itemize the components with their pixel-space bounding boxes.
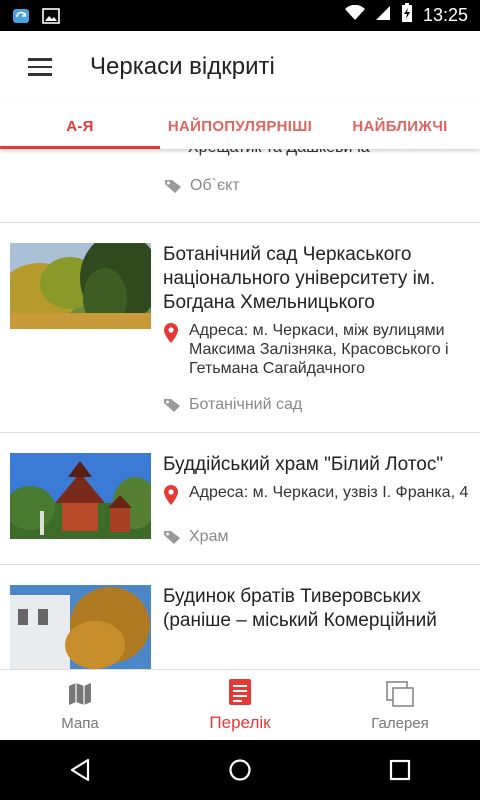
status-time: 13:25 <box>422 5 468 25</box>
tab-a-ya[interactable]: А-Я <box>0 103 160 149</box>
tag-row: Ботанічний сад <box>163 396 470 432</box>
sync-app-icon <box>12 8 30 24</box>
list-item[interactable]: Хрещатик та Дашкевича Об`єкт <box>0 149 480 223</box>
tab-bar: А-Я НАЙПОПУЛЯРНІШІ НАЙБЛИЖЧІ <box>0 103 480 149</box>
back-icon[interactable] <box>50 740 110 800</box>
list-item[interactable]: Ботанічний сад Черкаського національного… <box>0 223 480 433</box>
status-bar: 13:25 <box>0 0 480 31</box>
nav-map[interactable]: Мапа <box>0 670 160 740</box>
place-thumbnail <box>10 585 151 669</box>
address-text: Хрещатик та Дашкевича <box>188 149 370 157</box>
tag-row: Храм <box>163 528 470 564</box>
address-text: Адреса: м. Черкаси, між вулицями Максима… <box>189 322 449 377</box>
system-nav-bar <box>0 740 480 800</box>
wifi-icon <box>344 4 365 26</box>
location-pin-icon <box>163 483 183 510</box>
recents-icon[interactable] <box>370 740 430 800</box>
category-tag: Об`єкт <box>190 177 240 194</box>
home-icon[interactable] <box>210 740 270 800</box>
place-thumbnail <box>10 243 151 329</box>
signal-icon <box>375 5 391 26</box>
page-title: Черкаси відкриті <box>90 53 275 80</box>
nav-label: Галерея <box>371 714 429 732</box>
battery-charging-icon <box>401 3 413 28</box>
gallery-icon <box>385 679 415 709</box>
category-tag: Храм <box>189 528 229 545</box>
nav-label: Мапа <box>61 714 99 732</box>
nav-label: Перелік <box>209 713 271 732</box>
places-list[interactable]: Хрещатик та Дашкевича Об`єкт <box>0 149 480 669</box>
tag-icon <box>163 529 183 545</box>
status-right-icons: 13:25 <box>344 3 468 28</box>
tag-icon <box>163 397 183 413</box>
location-pin-icon <box>163 321 183 378</box>
place-title: Буддійський храм "Білий Лотос" <box>163 454 444 475</box>
place-thumbnail <box>10 453 151 539</box>
address-row: Адреса: м. Черкаси, узвіз І. Франка, 4 <box>163 483 470 510</box>
list-icon <box>225 677 255 707</box>
bottom-navigation: Мапа Перелік Галерея <box>0 669 480 740</box>
hamburger-menu-icon <box>28 58 52 76</box>
address-text: Адреса: м. Черкаси, узвіз І. Франка, 4 <box>189 484 469 501</box>
map-icon <box>65 679 95 709</box>
app-bar: Черкаси відкриті <box>0 31 480 103</box>
address-row: Адреса: м. Черкаси, між вулицями Максима… <box>163 321 470 378</box>
tag-icon <box>164 178 184 194</box>
nav-gallery[interactable]: Галерея <box>320 670 480 740</box>
nav-list[interactable]: Перелік <box>160 670 320 740</box>
place-title: Ботанічний сад Черкаського національного… <box>163 244 436 313</box>
category-tag: Ботанічний сад <box>189 396 303 413</box>
list-item[interactable]: Будинок братів Тиверовських (раніше – мі… <box>0 565 480 669</box>
tab-nearest[interactable]: НАЙБЛИЖЧІ <box>320 103 480 149</box>
list-item[interactable]: Буддійський храм "Білий Лотос" Адреса: м… <box>0 433 480 565</box>
image-icon <box>42 7 60 24</box>
tab-most-popular[interactable]: НАЙПОПУЛЯРНІШІ <box>160 103 320 149</box>
status-left-icons <box>12 7 60 24</box>
place-title: Будинок братів Тиверовських (раніше – мі… <box>163 586 437 631</box>
menu-button[interactable] <box>0 31 80 103</box>
